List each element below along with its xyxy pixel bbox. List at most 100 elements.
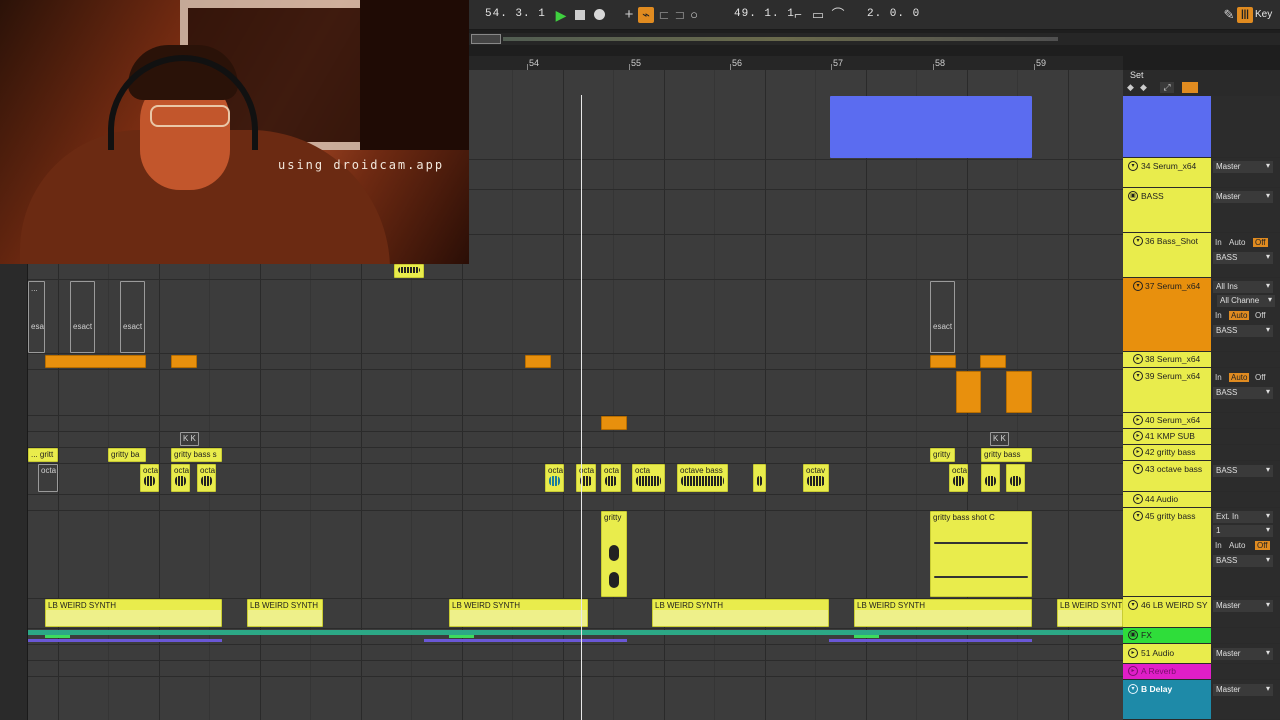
input-monitor-off[interactable]: Off <box>1255 373 1266 382</box>
add-icon[interactable]: + <box>621 7 637 23</box>
playhead[interactable] <box>581 95 582 720</box>
track-39[interactable]: ▾ 39 Serum_x64 In Auto Off BASS <box>1123 368 1280 413</box>
clip-octave-bass[interactable] <box>981 464 1000 492</box>
pencil-icon[interactable]: ✎ <box>1221 7 1237 23</box>
input-select[interactable]: All Ins <box>1213 281 1273 293</box>
fold-icon[interactable]: ▸ <box>1133 494 1143 504</box>
loop-start[interactable]: 49. 1. 1 <box>734 8 795 20</box>
output-select[interactable]: BASS <box>1213 387 1273 399</box>
loop-circle-icon[interactable]: ○ <box>686 7 702 23</box>
track-42[interactable]: ▸ 42 gritty bass <box>1123 445 1280 461</box>
input-monitor-off[interactable]: Off <box>1253 238 1268 247</box>
track-51[interactable]: ▸ 51 Audio Master <box>1123 644 1280 664</box>
fold-icon[interactable]: ▾ <box>1133 464 1143 474</box>
track-34[interactable]: ▾ 34 Serum_x64 Master <box>1123 158 1280 188</box>
clip-serum-38[interactable] <box>980 355 1006 368</box>
input-monitor-in[interactable]: In <box>1215 311 1222 320</box>
clip-octave-bass[interactable]: octa <box>601 464 621 492</box>
midi-map-icon[interactable]: Ⅲ <box>1237 7 1253 23</box>
clip-octave-bass[interactable]: octav <box>803 464 829 492</box>
clip-lb-weird-synth[interactable]: LB WEIRD SYNTH <box>247 599 323 627</box>
output-select[interactable]: Master <box>1213 684 1273 696</box>
fold-icon[interactable]: ▾ <box>1133 281 1143 291</box>
fold-icon[interactable]: ▸ <box>1133 354 1143 364</box>
input-select[interactable]: Ext. In <box>1213 511 1273 523</box>
clip-lb-weird-synth[interactable]: LB WEIRD SYNT <box>1057 599 1123 627</box>
clip-gritty-bass-shot[interactable]: gritty <box>601 511 627 597</box>
stop-icon[interactable] <box>572 7 588 23</box>
arrow-left-icon[interactable]: ◆ <box>1127 82 1134 93</box>
input-monitor-auto[interactable]: Auto <box>1229 311 1250 320</box>
loop-length[interactable]: 2. 0. 0 <box>867 8 920 20</box>
arrangement-overview[interactable] <box>469 33 1280 45</box>
clip-lb-weird-synth[interactable]: LB WEIRD SYNTH <box>45 599 222 627</box>
clip-serum-39[interactable] <box>956 371 981 413</box>
track-38[interactable]: ▸ 38 Serum_x64 <box>1123 352 1280 368</box>
fold-icon[interactable]: ▾ <box>1128 161 1138 171</box>
track-45[interactable]: ▾ 45 gritty bass Ext. In 1 In Auto Off B… <box>1123 508 1280 597</box>
overview-viewport[interactable] <box>471 34 501 44</box>
track-36[interactable]: ▾ 36 Bass_Shot In Auto Off BASS <box>1123 233 1280 278</box>
clip-serum-34[interactable] <box>830 96 1032 158</box>
key-map-button[interactable]: Key <box>1255 9 1272 20</box>
output-select[interactable]: Master <box>1213 600 1273 612</box>
output-select[interactable]: BASS <box>1213 252 1273 264</box>
clip-serum-40[interactable] <box>601 416 627 430</box>
clip-gritty-bass[interactable]: gritty ba <box>108 448 146 462</box>
follow-icon[interactable]: ⌒ <box>830 7 846 23</box>
track-46[interactable]: ▾ 46 LB WEIRD SY Master <box>1123 597 1280 628</box>
fold-icon[interactable]: ▾ <box>1133 371 1143 381</box>
clip-gritty-bass[interactable]: gritty bass s <box>171 448 222 462</box>
clip-octave-bass[interactable]: octa <box>632 464 665 492</box>
track-37[interactable]: ▾ 37 Serum_x64 All Ins All Channe In Aut… <box>1123 278 1280 352</box>
input-monitor-off[interactable]: Off <box>1255 541 1270 550</box>
input-monitor-in[interactable]: In <box>1215 373 1222 382</box>
fold-icon[interactable]: ▸ <box>1128 648 1138 658</box>
clip-small-yellow[interactable] <box>394 264 424 278</box>
clip-gritty-bass-shot-c[interactable]: gritty bass shot C <box>930 511 1032 597</box>
input-monitor-auto[interactable]: Auto <box>1229 238 1245 247</box>
punch-in-icon[interactable]: ⊏ <box>656 7 672 23</box>
left-scroll-edge[interactable] <box>0 264 28 720</box>
beat-time-ruler[interactable]: 54 55 56 57 58 59 <box>469 56 1123 70</box>
clip-lb-weird-synth[interactable]: LB WEIRD SYNTH <box>449 599 588 627</box>
fold-icon[interactable]: ▾ <box>1133 511 1143 521</box>
clip-octave-bass[interactable]: octa <box>197 464 216 492</box>
fold-icon[interactable]: ▾ <box>1128 600 1138 610</box>
clip-serum-39[interactable] <box>1006 371 1032 413</box>
group-icon[interactable]: ▣ <box>1128 630 1138 640</box>
clip-esact[interactable]: esact <box>70 281 95 353</box>
output-select[interactable]: BASS <box>1213 325 1273 337</box>
output-select[interactable]: Master <box>1213 161 1273 173</box>
track-40[interactable]: ▸ 40 Serum_x64 <box>1123 413 1280 429</box>
play-icon[interactable]: ▶ <box>553 7 569 23</box>
track-b-delay[interactable]: ▾ B Delay Master <box>1123 680 1280 720</box>
clip-lb-weird-synth[interactable]: LB WEIRD SYNTH <box>652 599 829 627</box>
clip-octave-bass[interactable] <box>753 464 766 492</box>
clip-gritty-bass[interactable]: ... gritt <box>28 448 58 462</box>
clip-serum-38[interactable] <box>171 355 197 368</box>
clip-serum-38[interactable] <box>45 355 146 368</box>
output-select[interactable]: Master <box>1213 191 1273 203</box>
clip-esact[interactable]: esact <box>120 281 145 353</box>
clip-esact[interactable]: ... esact <box>28 281 45 353</box>
fold-icon[interactable]: ▸ <box>1133 447 1143 457</box>
fold-icon[interactable]: ▸ <box>1133 431 1143 441</box>
clip-serum-38[interactable] <box>930 355 956 368</box>
clip-esact[interactable]: esact <box>930 281 955 353</box>
clip-octave-bass[interactable]: octa <box>949 464 968 492</box>
input-monitor-in[interactable]: In <box>1215 238 1222 247</box>
draw-mode-icon[interactable]: ⌐ <box>790 7 806 23</box>
output-select[interactable]: BASS <box>1213 555 1273 567</box>
clip-octave-bass[interactable]: octave bass <box>677 464 728 492</box>
channel-select[interactable]: All Channe <box>1217 295 1275 307</box>
input-monitor-off[interactable]: Off <box>1255 311 1266 320</box>
expand-icon[interactable]: ⤢ <box>1160 82 1174 93</box>
fold-icon[interactable]: ▾ <box>1133 236 1143 246</box>
clip-gritty-bass[interactable]: gritty bass <box>981 448 1032 462</box>
arrangement-position[interactable]: 54. 3. 1 <box>485 8 546 20</box>
clip-kmp-sub[interactable]: K K <box>990 432 1009 446</box>
clip-serum-38[interactable] <box>525 355 551 368</box>
group-icon[interactable]: ▣ <box>1128 191 1138 201</box>
input-monitor-in[interactable]: In <box>1215 541 1222 550</box>
